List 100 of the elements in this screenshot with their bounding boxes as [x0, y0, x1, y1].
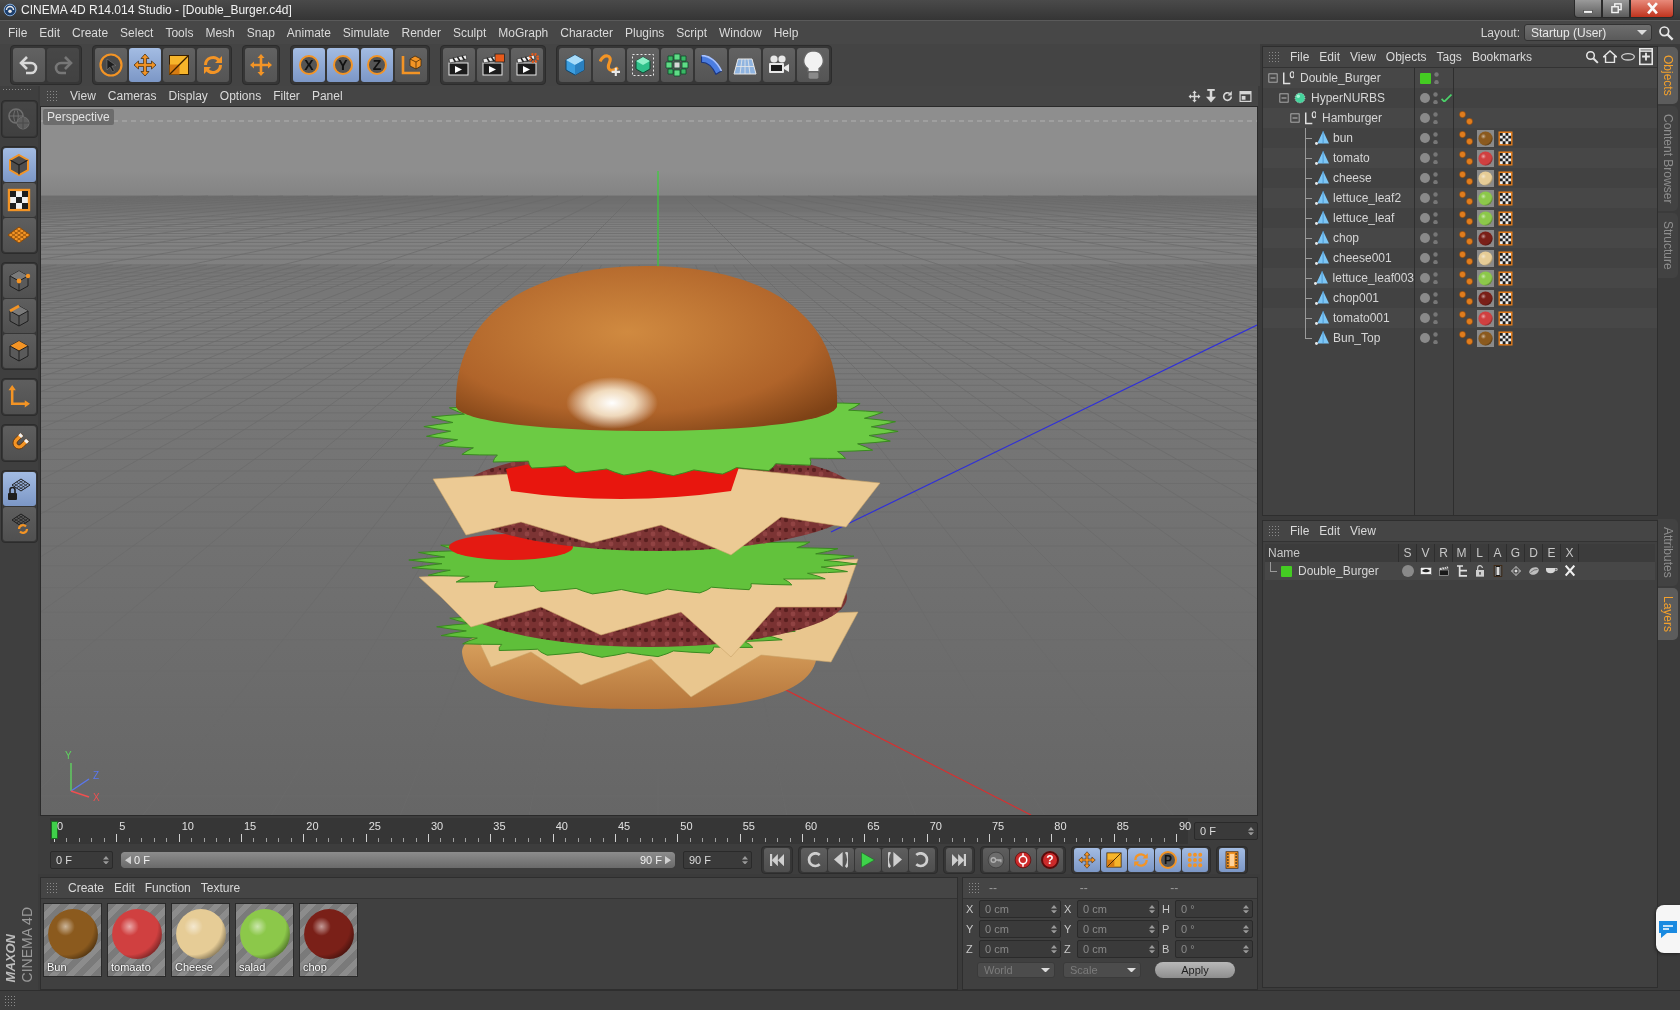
menu-item[interactable]: Bookmarks [1466, 48, 1537, 66]
solo-dot-icon[interactable] [1402, 565, 1414, 577]
vertical-dots-icon[interactable] [1433, 231, 1438, 245]
position-key-button[interactable] [1074, 848, 1100, 872]
checker-icon[interactable] [1498, 230, 1513, 246]
floor-button[interactable] [729, 48, 761, 82]
vertical-dots-icon[interactable] [1433, 331, 1438, 345]
close-button[interactable] [1630, 0, 1674, 18]
home-icon[interactable] [1603, 50, 1617, 64]
menu-item[interactable]: Snap [240, 23, 281, 42]
menu-item[interactable]: Objects [1380, 48, 1432, 66]
search-icon[interactable] [1658, 24, 1674, 41]
vertical-dots-icon[interactable] [1433, 191, 1438, 205]
column-header[interactable]: Name [1265, 544, 1398, 562]
menu-item[interactable]: Filter [268, 87, 305, 105]
menu-item[interactable]: Edit [1314, 522, 1346, 540]
sphere-swatch-icon[interactable] [1477, 169, 1494, 187]
down-arrow-icon[interactable] [1206, 89, 1216, 103]
vertical-dots-icon[interactable] [1433, 151, 1438, 165]
menu-item[interactable]: Window [713, 23, 768, 42]
object-row[interactable]: chop [1263, 228, 1657, 248]
sphere-swatch-icon[interactable] [1477, 129, 1494, 147]
keyframe-selection-button[interactable]: ? [1037, 848, 1063, 872]
live-selection-tool[interactable] [95, 48, 127, 82]
diagonal-dots-icon[interactable] [1459, 171, 1473, 185]
collapse-box-icon[interactable] [1268, 73, 1278, 83]
sphere-swatch-icon[interactable] [1477, 269, 1494, 287]
checker-icon[interactable] [1498, 330, 1513, 346]
step-forward-button[interactable] [882, 848, 908, 872]
vertical-dots-icon[interactable] [1433, 131, 1438, 145]
cube-button[interactable] [559, 48, 591, 82]
clapperboard-icon[interactable] [1438, 565, 1450, 577]
menu-item[interactable]: Cameras [102, 87, 162, 105]
frame-range-slider[interactable]: 0 F 90 F [121, 852, 675, 868]
object-row[interactable]: lettuce_leaf003 [1263, 268, 1657, 288]
coordinate-system-button[interactable] [395, 48, 427, 82]
menu-item[interactable]: Help [767, 23, 805, 42]
search-icon[interactable] [1585, 50, 1599, 64]
checker-icon[interactable] [1498, 290, 1513, 306]
workplane-mode-button[interactable] [2, 218, 36, 252]
vertical-dots-icon[interactable] [1433, 251, 1438, 265]
layer-dot-icon[interactable] [1420, 173, 1430, 183]
menu-item[interactable]: Texture [195, 879, 246, 897]
3d-viewport[interactable]: Perspective Y Z X [40, 106, 1258, 816]
layer-dot-icon[interactable] [1420, 193, 1430, 203]
record-objects-button[interactable] [983, 848, 1009, 872]
layer-dot-icon[interactable] [1420, 293, 1430, 303]
menu-item[interactable]: Function [139, 879, 196, 897]
step-back-button[interactable] [828, 848, 854, 872]
object-row[interactable]: tomato001 [1263, 308, 1657, 328]
menu-item[interactable]: Character [554, 23, 619, 42]
four-way-arrows-icon[interactable] [1188, 89, 1201, 103]
sphere-swatch-icon[interactable] [1477, 289, 1494, 307]
menu-item[interactable]: Render [395, 23, 447, 42]
layer-row[interactable]: Double_Burger [1265, 562, 1655, 580]
camera-button[interactable] [763, 48, 795, 82]
collapse-box-icon[interactable] [1279, 93, 1289, 103]
sphere-swatch-icon[interactable] [1477, 249, 1494, 267]
material-tile[interactable]: Bun [43, 903, 102, 977]
sphere-swatch-icon[interactable] [1477, 309, 1494, 327]
render-picture-button[interactable] [477, 48, 509, 82]
object-row[interactable]: lettuce_leaf2 [1263, 188, 1657, 208]
start-frame-field[interactable]: 0 F [50, 851, 113, 869]
sphere-swatch-icon[interactable] [1477, 149, 1494, 167]
checkmark-icon[interactable] [1441, 93, 1452, 103]
edges-mode-button[interactable] [2, 299, 36, 333]
minimize-button[interactable] [1574, 0, 1602, 18]
color-swatch-icon[interactable] [1281, 565, 1292, 577]
layer-dot-icon[interactable] [1420, 153, 1430, 163]
layer-dot-icon[interactable] [1420, 93, 1430, 103]
vertical-dots-icon[interactable] [1433, 171, 1438, 185]
move-tool[interactable] [129, 48, 161, 82]
menu-item[interactable]: Edit [33, 23, 67, 42]
menu-item[interactable]: Tools [159, 23, 200, 42]
collapse-box-icon[interactable] [1290, 113, 1300, 123]
vertical-dots-icon[interactable] [1433, 271, 1438, 285]
menu-item[interactable]: Select [114, 23, 160, 42]
menu-item[interactable]: Edit [1314, 48, 1346, 66]
hierarchy-icon[interactable] [1457, 565, 1467, 577]
diagonal-dots-icon[interactable] [1459, 291, 1473, 305]
menu-item[interactable]: Tags [1431, 48, 1467, 66]
material-tile[interactable]: tomaato [107, 903, 166, 977]
sphere-swatch-icon[interactable] [1477, 229, 1494, 247]
model-mode-button[interactable] [2, 148, 36, 182]
menu-item[interactable]: Create [63, 879, 110, 897]
checker-icon[interactable] [1498, 250, 1513, 266]
chat-tab[interactable] [1656, 905, 1680, 953]
menu-item[interactable]: Edit [109, 879, 140, 897]
diagonal-dots-icon[interactable] [1459, 331, 1473, 345]
grip-icon[interactable] [2, 88, 32, 92]
menu-item[interactable]: Mesh [199, 23, 241, 42]
layer-dot-icon[interactable] [1420, 313, 1430, 323]
vertical-dots-icon[interactable] [1433, 291, 1438, 305]
vertical-dots-icon[interactable] [1433, 111, 1438, 125]
scale-tool[interactable] [163, 48, 195, 82]
layer-dot-icon[interactable] [1420, 333, 1430, 343]
object-row[interactable]: Hamburger [1263, 108, 1657, 128]
sphere-swatch-icon[interactable] [1477, 209, 1494, 227]
menu-item[interactable]: Sculpt [446, 23, 493, 42]
film-strip-icon[interactable] [1492, 565, 1504, 577]
